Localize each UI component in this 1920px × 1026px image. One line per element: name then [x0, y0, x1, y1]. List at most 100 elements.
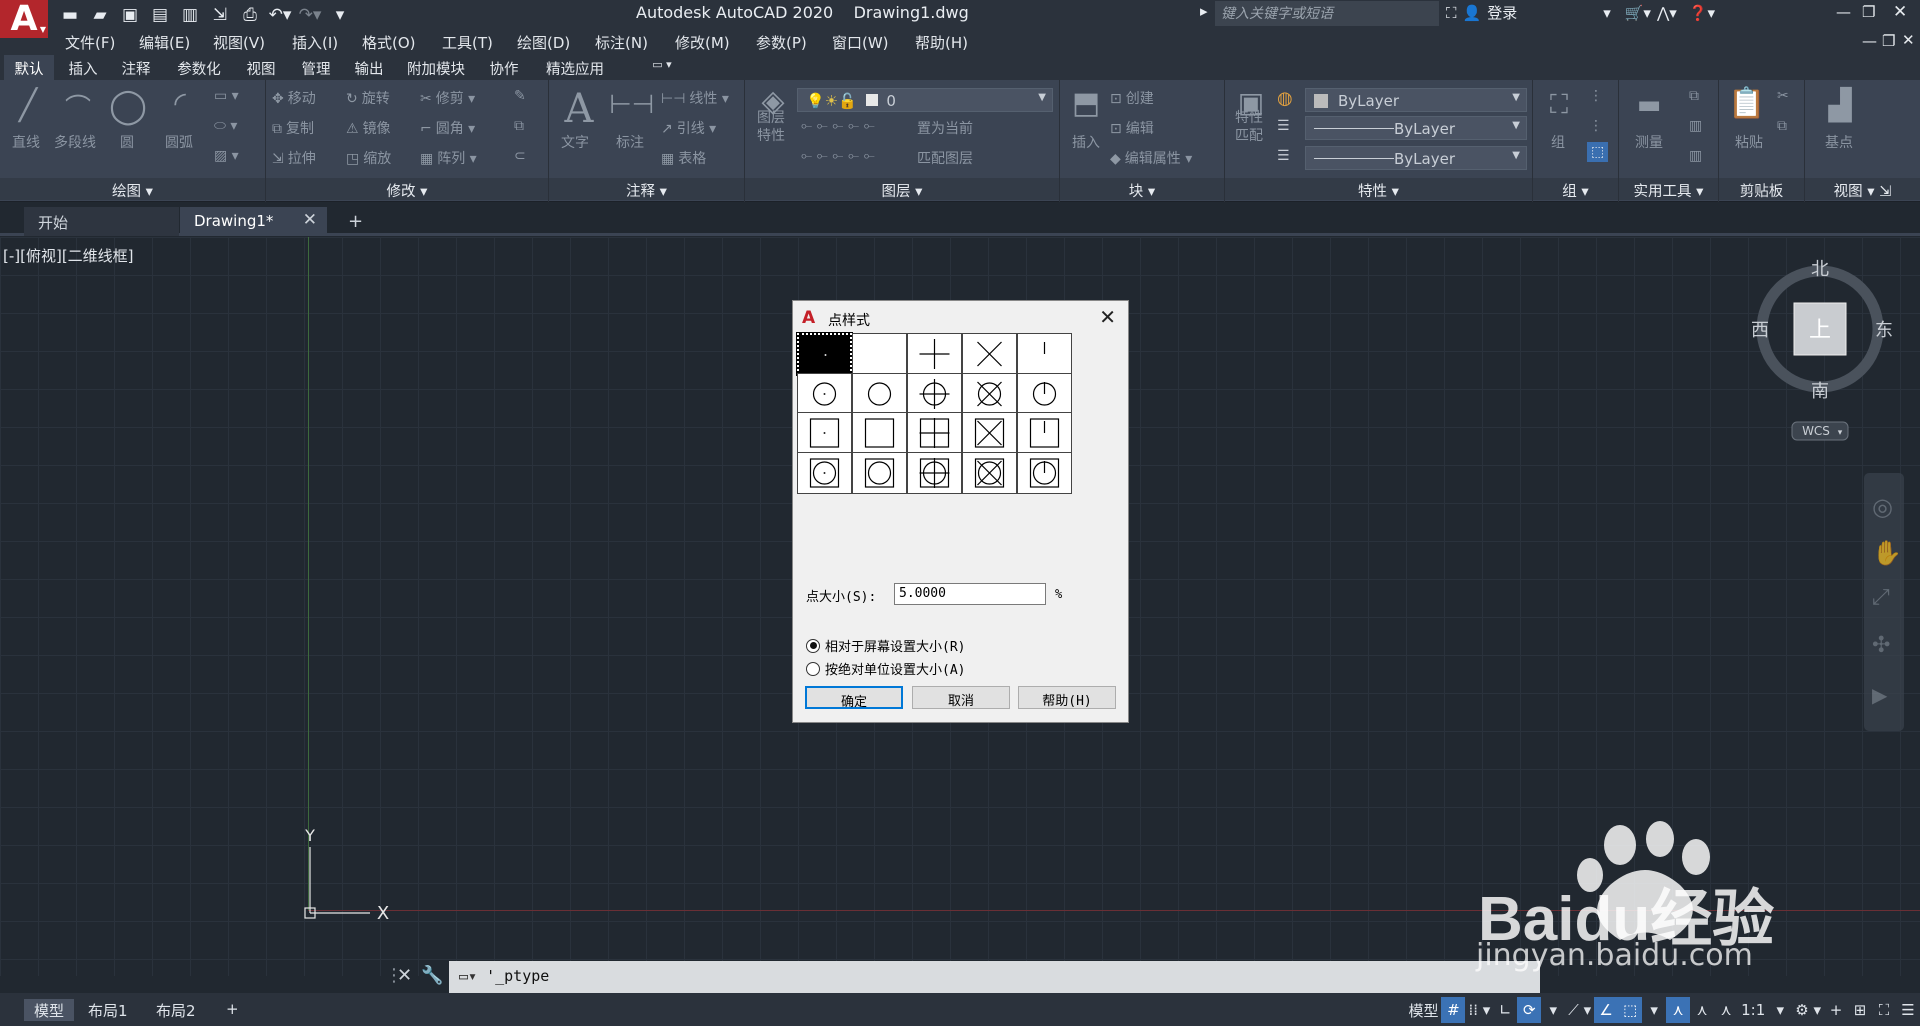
point-size-input[interactable]: 5.0000 [894, 583, 1046, 605]
group-select-icon[interactable]: ⬚ [1587, 142, 1609, 162]
point-style-circle-plus[interactable] [907, 372, 962, 415]
annotation-visibility-icon[interactable]: ⋏ [1666, 997, 1691, 1023]
point-style-none[interactable] [852, 333, 907, 375]
group-button[interactable]: 组 [1551, 132, 1565, 152]
text-icon[interactable]: A [557, 86, 601, 132]
undo-icon[interactable]: ↶▾ [266, 2, 294, 27]
group-edit-icon[interactable]: ⋮ [1589, 118, 1603, 134]
cancel-button[interactable]: 取消 [912, 686, 1010, 709]
cmd-close-icon[interactable]: ✕ [397, 965, 412, 986]
auto-scale-icon[interactable]: ⋏ [1690, 997, 1714, 1023]
ellipse-icon[interactable]: ⬭ ▾ [214, 118, 237, 134]
circle-icon[interactable]: ◯ [106, 86, 150, 126]
osnap-dropdown-icon[interactable]: ▾ [1642, 997, 1666, 1023]
layer-tool-row-1[interactable]: ⟜ ⟜ ⟜ ⟜ ⟜ [801, 118, 875, 134]
paste-icon[interactable]: 📋 [1725, 86, 1769, 121]
point-style-dot[interactable] [796, 332, 853, 376]
point-style-circle-dot[interactable] [797, 372, 852, 415]
match-properties-button[interactable]: 特性 [1235, 107, 1263, 127]
polar-dropdown-icon[interactable]: ▾ [1541, 997, 1565, 1023]
redo-icon[interactable]: ↷▾ [296, 2, 324, 27]
utility-icon-2[interactable]: ▥ [1689, 118, 1702, 134]
binoculars-icon[interactable]: ⛶ [1446, 4, 1457, 22]
base-point-button[interactable]: 基点 [1825, 132, 1853, 152]
doc-minimize-icon[interactable]: — [1862, 32, 1877, 50]
point-style-tick[interactable] [1017, 333, 1072, 375]
scale-dropdown-icon[interactable]: ▾ [1768, 997, 1792, 1023]
rectangle-icon[interactable]: ▭ ▾ [214, 88, 239, 104]
clean-screen-icon[interactable]: ⛶ [1872, 997, 1896, 1023]
menu-insert[interactable]: 插入(I) [292, 32, 338, 53]
menu-modify[interactable]: 修改(M) [675, 32, 730, 53]
ungroup-icon[interactable]: ⋮ [1589, 88, 1603, 104]
create-block-button[interactable]: ⊡ 创建 [1110, 88, 1154, 108]
rotate-button[interactable]: ↻ 旋转 [346, 88, 390, 108]
insert-block-button[interactable]: 插入 [1072, 132, 1100, 152]
layer-dropdown[interactable]: 💡☀🔓 0 ▼ [797, 88, 1053, 112]
edit-attributes-button[interactable]: ◆ 编辑属性 ▾ [1110, 148, 1192, 168]
make-current-button[interactable]: 置为当前 [917, 118, 973, 138]
command-input[interactable]: ▭▾ '_ptype [449, 961, 1540, 993]
viewcube-north[interactable]: 北 [1811, 259, 1829, 280]
mirror-button[interactable]: ⚠ 镜像 [346, 118, 391, 138]
cart-icon[interactable]: 🛒▾ [1625, 4, 1651, 22]
radio-absolute-indicator[interactable] [806, 661, 820, 676]
restore-icon[interactable]: ❐ [1862, 3, 1875, 21]
arc-button[interactable]: 圆弧 [165, 132, 193, 152]
point-style-square-plus[interactable] [907, 412, 962, 454]
panel-block-title[interactable]: 块 ▾ [1060, 178, 1224, 200]
viewport-controls[interactable]: [-][俯视][二维线框] [3, 245, 134, 266]
snap-icon[interactable]: ⁞⁞ ▾ [1465, 997, 1493, 1023]
panel-view-title[interactable]: 视图 ▾ ⇲ [1805, 178, 1920, 200]
menu-edit[interactable]: 编辑(E) [139, 32, 190, 53]
annotation-scale-icon[interactable]: ⋏ [1714, 997, 1738, 1023]
utility-icon-3[interactable]: ▥ [1689, 148, 1702, 164]
tab-annotate[interactable]: 注释 [113, 55, 159, 80]
object-snap-tracking-icon[interactable]: ∠ [1594, 997, 1619, 1023]
table-button[interactable]: ▦ 表格 [661, 148, 706, 168]
annotation-monitor-icon[interactable]: + [1824, 997, 1848, 1023]
point-style-circle-square-dot[interactable] [797, 451, 852, 494]
menu-file[interactable]: 文件(F) [65, 32, 115, 53]
utility-icon-1[interactable]: ⧉ [1689, 88, 1699, 104]
radio-relative[interactable]: 相对于屏幕设置大小(R) [806, 636, 965, 655]
polar-icon[interactable]: ⟳ [1517, 997, 1542, 1023]
array-button[interactable]: ▦ 阵列 ▾ [420, 148, 477, 168]
paste-button[interactable]: 粘贴 [1735, 132, 1763, 152]
line-icon[interactable]: ╱ [8, 88, 48, 123]
panel-clipboard-title[interactable]: 剪贴板 [1719, 178, 1804, 200]
menu-format[interactable]: 格式(O) [362, 32, 416, 53]
explode-icon[interactable]: ⧉ [514, 118, 524, 134]
point-style-circle-cross[interactable] [962, 372, 1017, 415]
menu-parametric[interactable]: 参数(P) [756, 32, 807, 53]
tab-insert[interactable]: 插入 [60, 55, 106, 80]
group-icon[interactable]: ⛶ [1539, 90, 1579, 121]
match-layer-button[interactable]: 匹配图层 [917, 148, 973, 168]
point-style-plus[interactable] [907, 333, 962, 375]
trim-button[interactable]: ✂ 修剪 ▾ [420, 88, 475, 108]
point-style-circle-square-cross[interactable] [962, 451, 1017, 494]
leader-button[interactable]: ↗ 引线 ▾ [661, 118, 716, 138]
menu-window[interactable]: 窗口(W) [832, 32, 889, 53]
showmotion-icon[interactable]: ▶ [1872, 683, 1887, 707]
tab-output[interactable]: 输出 [346, 55, 392, 80]
stretch-button[interactable]: ⇲ 拉伸 [272, 148, 316, 168]
circle-button[interactable]: 圆 [120, 132, 134, 152]
search-input[interactable]: 键入关键字或短语 [1215, 1, 1439, 26]
menu-draw[interactable]: 绘图(D) [517, 32, 570, 53]
panel-groups-title[interactable]: 组 ▾ [1533, 178, 1618, 200]
open-web-icon[interactable]: ▥ [176, 2, 204, 27]
orbit-icon[interactable]: ✣ [1872, 633, 1890, 658]
arc-icon[interactable]: ◜ [158, 86, 202, 121]
layer-tool-row-2[interactable]: ⟜ ⟜ ⟜ ⟜ ⟜ [801, 148, 875, 164]
help-icon[interactable]: ❓▾ [1689, 4, 1715, 22]
dimension-button[interactable]: 标注 [616, 132, 644, 152]
base-point-icon[interactable]: ▟ [1815, 88, 1865, 123]
radio-absolute[interactable]: 按绝对单位设置大小(A) [806, 659, 965, 678]
dimension-icon[interactable]: ⊢⊣ [609, 90, 654, 120]
point-style-cross[interactable] [962, 333, 1017, 375]
viewcube[interactable]: 北 南 东 西 上 WCS ▾ [1748, 237, 1920, 447]
text-button[interactable]: 文字 [561, 132, 589, 152]
autodesk-360-icon[interactable]: ⋀▾ [1657, 4, 1677, 22]
grid-icon[interactable]: # [1441, 997, 1466, 1023]
